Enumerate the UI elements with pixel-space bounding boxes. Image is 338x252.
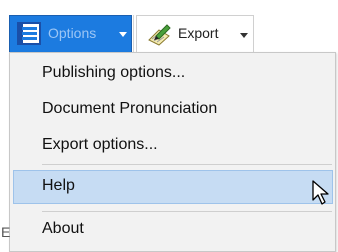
menu-separator <box>42 211 332 212</box>
menu-item-export-options[interactable]: Export options... <box>42 136 158 154</box>
toolbar: Options Export <box>0 0 338 53</box>
chevron-down-icon <box>119 32 127 37</box>
pen-and-paper-icon <box>148 24 171 46</box>
menu-item-about[interactable]: About <box>42 220 84 238</box>
options-label: Options <box>48 25 97 41</box>
export-menu-button[interactable]: Export <box>136 15 254 53</box>
menu-item-document-pronunciation[interactable]: Document Pronunciation <box>42 100 217 118</box>
menu-item-publishing-options[interactable]: Publishing options... <box>42 64 185 82</box>
chevron-down-icon <box>240 33 248 38</box>
mouse-pointer-icon <box>312 180 329 205</box>
export-label: Export <box>178 25 219 41</box>
background-text-fragment: E <box>1 224 11 240</box>
menu-item-help-label: Help <box>42 177 75 194</box>
toolbar-divider <box>133 15 134 53</box>
options-menu-button[interactable]: Options <box>9 15 132 53</box>
options-dropdown-menu: Publishing options... Document Pronuncia… <box>9 52 336 252</box>
window-list-icon <box>17 22 41 45</box>
menu-separator <box>42 164 332 165</box>
